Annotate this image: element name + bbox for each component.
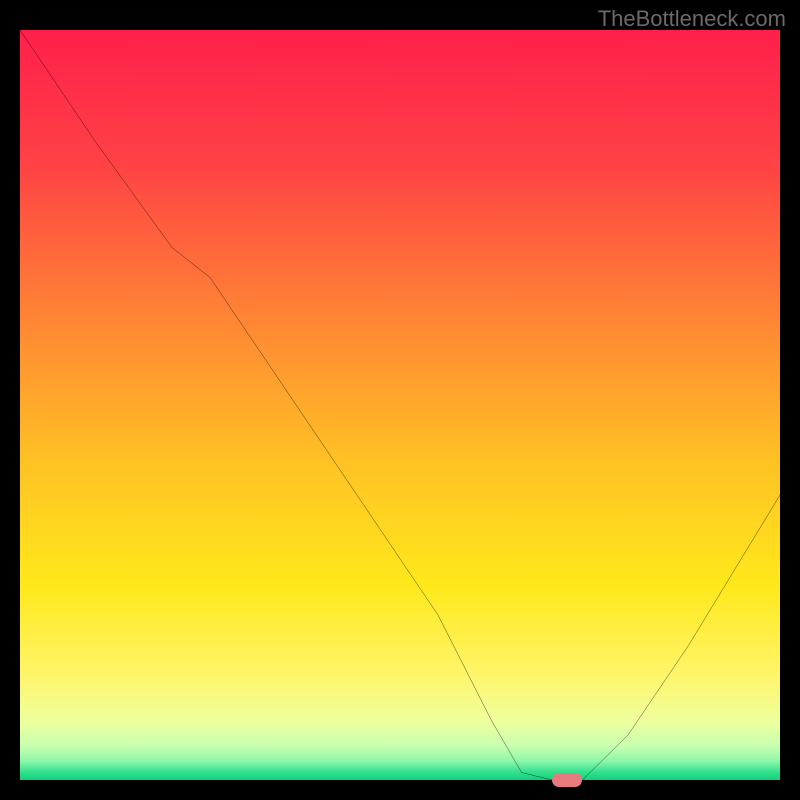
bottleneck-curve	[20, 30, 780, 780]
plot-area	[20, 30, 780, 780]
optimal-marker	[552, 773, 582, 787]
watermark-text: TheBottleneck.com	[598, 6, 786, 32]
